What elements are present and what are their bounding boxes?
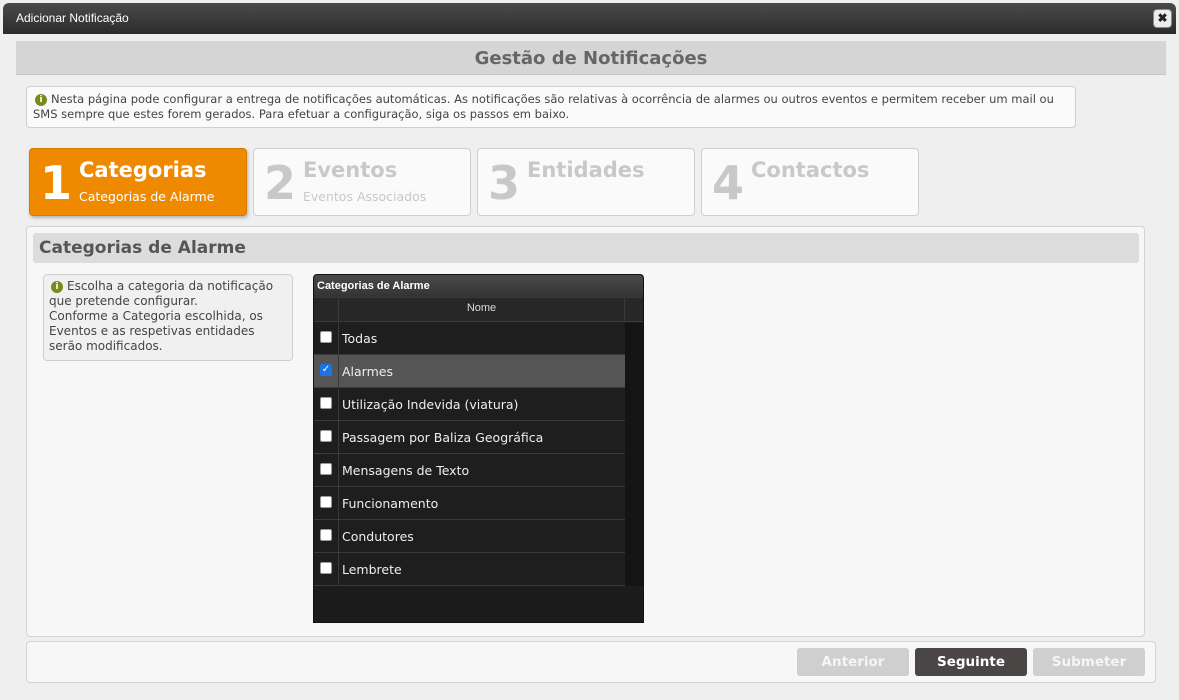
row-checkbox[interactable] [320,463,332,475]
table-row[interactable]: Lembrete [314,553,625,586]
intro-info-box: i Nesta página pode configurar a entrega … [26,86,1076,128]
row-label: Condutores [342,529,414,544]
table-row[interactable]: Passagem por Baliza Geográfica [314,421,625,454]
step-subtitle: Categorias de Alarme [79,189,215,204]
step-title: Entidades [527,158,645,182]
help-text-line1: Escolha a categoria da notificação que p… [49,279,274,308]
content-panel: Categorias de Alarme i Escolha a categori… [26,226,1145,637]
row-label: Funcionamento [342,496,439,511]
row-checkbox-cell [314,421,339,453]
row-label: Alarmes [342,364,393,379]
grid-body: Todas ✓ Alarmes Utilização Indevida (viatur… [314,322,643,586]
step-number: 3 [488,156,521,210]
row-checkbox[interactable] [320,430,332,442]
page-title: Gestão de Notificações [16,41,1166,75]
info-icon: i [35,94,47,106]
grid-scrollbar[interactable] [625,323,643,586]
table-row[interactable]: Condutores [314,520,625,553]
row-checkbox-cell: ✓ [314,355,339,387]
step-title: Categorias [79,158,207,182]
wizard-step-eventos[interactable]: 2 Eventos Eventos Associados [253,148,471,216]
row-checkbox[interactable]: ✓ [320,364,332,376]
row-label: Utilização Indevida (viatura) [342,397,519,412]
wizard-step-contactos[interactable]: 4 Contactos [701,148,919,216]
intro-text: Nesta página pode configurar a entrega d… [33,92,1054,121]
window-title: Adicionar Notificação [16,11,129,25]
wizard-step-categorias[interactable]: 1 Categorias Categorias de Alarme [29,148,247,216]
row-checkbox[interactable] [320,397,332,409]
table-row[interactable]: Funcionamento [314,487,625,520]
row-checkbox-cell [314,487,339,519]
row-label: Lembrete [342,562,402,577]
step-subtitle: Eventos Associados [303,189,427,204]
step-number: 1 [40,156,73,210]
row-checkbox-cell [314,520,339,552]
grid-header-row: Nome [314,297,643,322]
step-number: 4 [712,156,745,210]
info-icon: i [51,281,63,293]
grid-caption: Categorias de Alarme [314,275,643,297]
help-text-line2: Conforme a Categoria escolhida, os Event… [49,309,263,353]
step-title: Contactos [751,158,870,182]
grid-header-checkbox-col [314,298,339,321]
categories-grid: Categorias de Alarme Nome Todas ✓ Alarmes U… [313,274,644,623]
row-checkbox[interactable] [320,562,332,574]
previous-button[interactable]: Anterior [797,648,909,676]
row-checkbox-cell [314,388,339,420]
step-number: 2 [264,156,297,210]
footer-panel: Anterior Seguinte Submeter [26,641,1156,683]
row-label: Passagem por Baliza Geográfica [342,430,544,445]
submit-button[interactable]: Submeter [1033,648,1145,676]
row-checkbox-cell [314,553,339,585]
help-info-box: i Escolha a categoria da notificação que … [43,274,293,361]
table-row[interactable]: Todas [314,322,625,355]
grid-header-name[interactable]: Nome [339,298,625,321]
row-checkbox[interactable] [320,496,332,508]
table-row[interactable]: ✓ Alarmes [314,355,625,388]
section-title: Categorias de Alarme [33,233,1139,263]
close-icon[interactable]: ✖ [1153,9,1172,28]
next-button[interactable]: Seguinte [915,648,1027,676]
step-title: Eventos [303,158,398,182]
row-checkbox[interactable] [320,331,332,343]
table-row[interactable]: Mensagens de Texto [314,454,625,487]
table-row[interactable]: Utilização Indevida (viatura) [314,388,625,421]
row-label: Mensagens de Texto [342,463,470,478]
row-checkbox-cell [314,454,339,486]
row-label: Todas [342,331,378,346]
row-checkbox-cell [314,322,339,354]
row-checkbox[interactable] [320,529,332,541]
wizard-step-entidades[interactable]: 3 Entidades [477,148,695,216]
window-titlebar: Adicionar Notificação ✖ [3,3,1176,34]
